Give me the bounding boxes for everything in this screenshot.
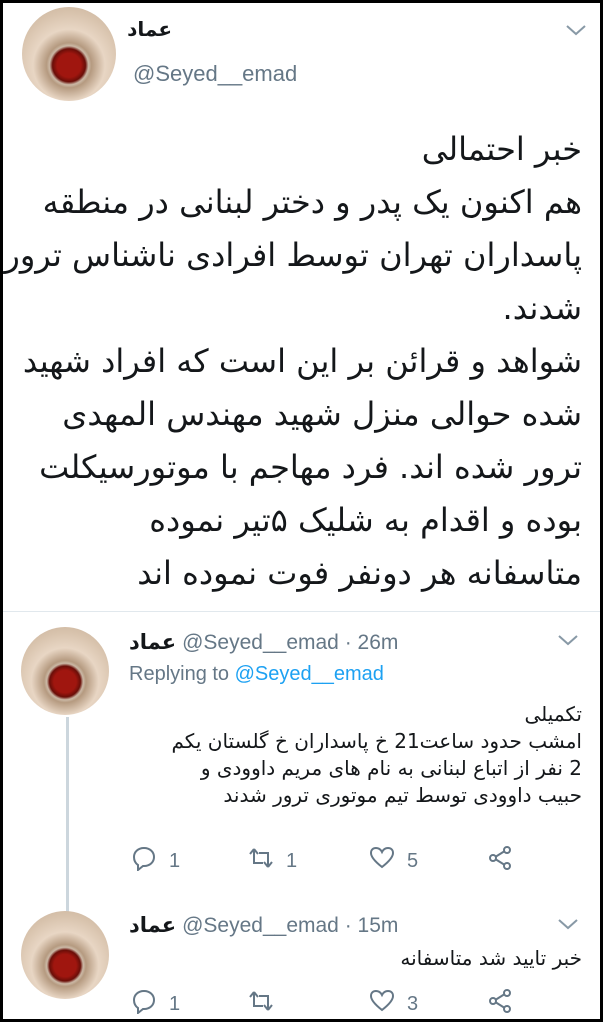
share-icon <box>487 845 513 877</box>
main-author-name[interactable]: عماد <box>127 17 172 41</box>
retweet-icon <box>248 845 274 877</box>
chevron-down-icon[interactable] <box>557 631 579 652</box>
replying-to-handle-link[interactable]: @Seyed__emad <box>235 663 384 685</box>
main-text-line: خبر احتمالی <box>421 130 582 168</box>
reply2-reply-button[interactable]: 1 <box>131 988 180 1019</box>
reply1-share-button[interactable] <box>487 845 513 877</box>
chevron-down-icon[interactable] <box>557 915 579 936</box>
main-text-line: ترور شده اند. فرد مهاجم با موتورسیکلت <box>39 448 582 486</box>
reply1-like-button[interactable]: 5 <box>369 845 418 877</box>
reply1-retweet-count: 1 <box>286 849 298 872</box>
reply2-author-name[interactable]: عماد <box>129 913 176 937</box>
main-author-avatar[interactable] <box>22 7 116 101</box>
chevron-down-icon[interactable] <box>565 21 587 42</box>
reply2-time[interactable]: · 15m <box>345 914 399 937</box>
reply1-text-line: حبیب داوودی توسط تیم موتوری ترور شدند <box>223 783 582 807</box>
reply2-reply-count: 1 <box>169 992 181 1015</box>
main-text-line: شدند. <box>502 289 582 327</box>
reply1-author-avatar[interactable] <box>21 627 109 715</box>
reply2-handle[interactable]: @Seyed__emad <box>182 914 339 937</box>
main-text-line: متاسفانه هر دونفر فوت نموده اند <box>137 554 582 592</box>
reply2-retweet-button[interactable] <box>248 988 286 1019</box>
reply1-retweet-button[interactable]: 1 <box>248 845 297 877</box>
reply2-like-button[interactable]: 3 <box>369 988 418 1019</box>
retweet-icon <box>248 988 274 1019</box>
tweet-divider <box>3 611 600 612</box>
main-author-handle[interactable]: @Seyed__emad <box>133 61 297 87</box>
main-text-line: هم اکنون یک پدر و دختر لبنانی در منطقه <box>42 183 582 221</box>
main-text-line: شده حوالی منزل شهید مهندس المهدی <box>62 395 582 433</box>
reply2-header[interactable]: عماد @Seyed__emad · 15m <box>129 913 398 938</box>
reply2-actions: 1 3 <box>131 988 531 1018</box>
main-tweet-text: خبر احتمالی هم اکنون یک پدر و دختر لبنان… <box>4 123 582 600</box>
reply1-like-count: 5 <box>407 849 419 872</box>
like-icon <box>369 845 395 877</box>
replying-to-label: Replying to <box>129 663 230 685</box>
reply2-like-count: 3 <box>407 992 419 1015</box>
reply1-text-line: 2 نفر از اتباع لبنانی به نام های مریم دا… <box>200 756 582 780</box>
reply1-text-line: تکمیلی <box>524 702 583 726</box>
like-icon <box>369 988 395 1019</box>
replying-to-line: Replying to @Seyed__emad <box>129 663 384 686</box>
reply1-text-line: امشب حدود ساعت21 خ پاسداران خ گلستان یکم <box>171 729 583 753</box>
share-icon <box>487 988 513 1019</box>
reply2-share-button[interactable] <box>487 988 513 1019</box>
reply1-author-name[interactable]: عماد <box>129 630 176 654</box>
thread-connector-line <box>66 717 69 913</box>
reply1-actions: 1 1 5 <box>131 845 531 875</box>
reply1-reply-button[interactable]: 1 <box>131 845 180 877</box>
main-text-line: بوده و اقدام به شلیک ۵تیر نموده <box>149 501 582 539</box>
reply1-header[interactable]: عماد @Seyed__emad · 26m <box>129 630 398 655</box>
main-text-line: شواهد و قرائن بر این است که افراد شهید <box>22 342 582 380</box>
reply1-handle[interactable]: @Seyed__emad <box>182 631 339 654</box>
reply-icon <box>131 988 157 1019</box>
reply2-text: خبر تایید شد متاسفانه <box>400 946 582 970</box>
reply1-text: تکمیلی امشب حدود ساعت21 خ پاسداران خ گلس… <box>172 701 583 809</box>
tweet-thread: عماد @Seyed__emad خبر احتمالی هم اکنون ی… <box>3 3 600 1019</box>
reply1-time[interactable]: · 26m <box>345 631 399 654</box>
reply2-author-avatar[interactable] <box>21 911 109 999</box>
reply1-reply-count: 1 <box>169 849 181 872</box>
reply-icon <box>131 845 157 877</box>
main-text-line: پاسداران تهران توسط افرادی ناشناس ترور <box>4 236 582 274</box>
